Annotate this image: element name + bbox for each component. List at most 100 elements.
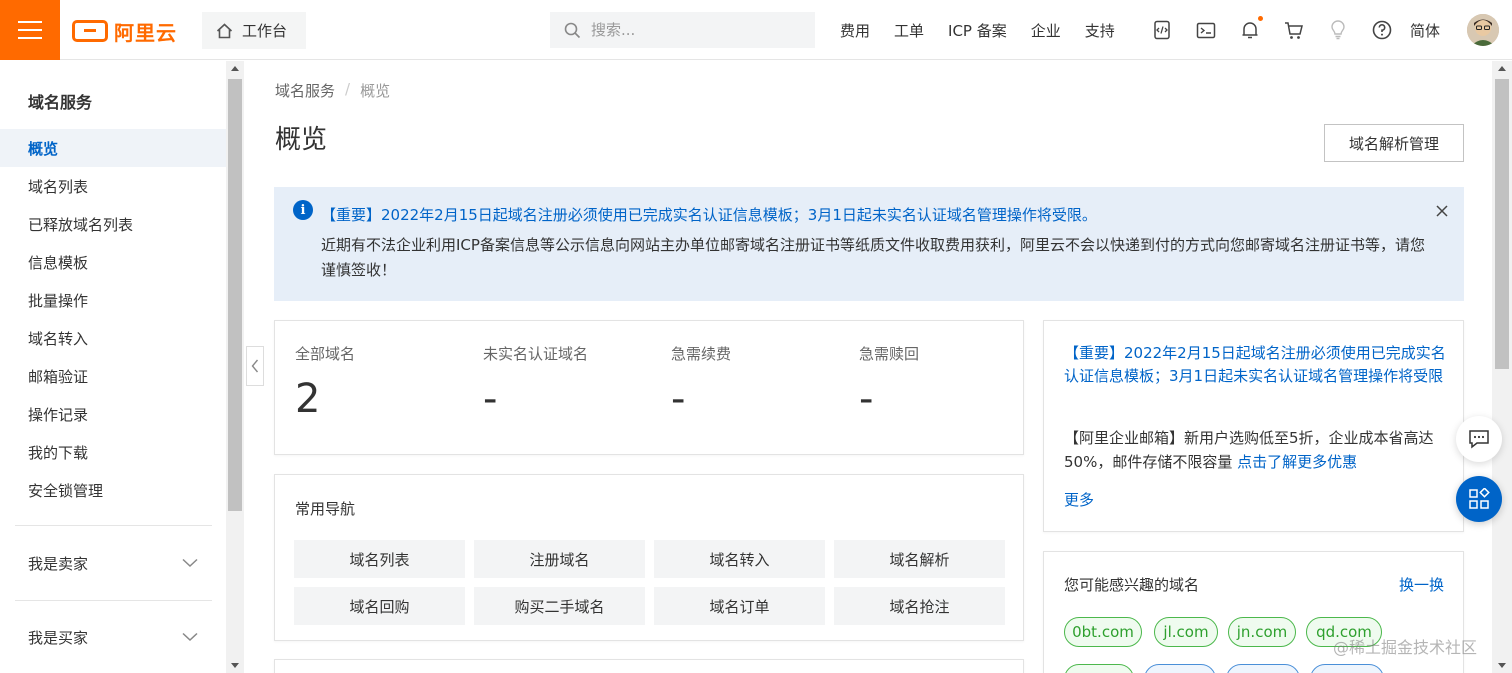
- more-link[interactable]: 更多: [1064, 489, 1094, 510]
- sidebar-item-info-templates[interactable]: 信息模板: [0, 243, 226, 281]
- sidebar-scrollbar[interactable]: [226, 61, 244, 673]
- quick-nav-domain-orders[interactable]: 域名订单: [654, 587, 825, 625]
- dns-management-button[interactable]: 域名解析管理: [1324, 124, 1464, 162]
- sidebar-group-label: 我是买家: [28, 628, 89, 647]
- sidebar-item-security-lock[interactable]: 安全锁管理: [0, 471, 226, 509]
- quick-nav-title: 常用导航: [295, 500, 356, 518]
- quick-nav-domain-snapping[interactable]: 域名抢注: [834, 587, 1005, 625]
- lightbulb-icon[interactable]: [1328, 20, 1348, 40]
- stat-value: 2: [295, 376, 321, 422]
- stat-label: 全部域名: [295, 345, 356, 363]
- domain-tag-partial[interactable]: [1310, 664, 1384, 673]
- quick-nav-domain-list[interactable]: 域名列表: [294, 540, 465, 578]
- chat-icon: [1469, 430, 1489, 449]
- quick-nav-card: 常用导航 域名列表 注册域名 域名转入 域名解析 域名回购 购买二手域名 域名订…: [274, 474, 1024, 641]
- scroll-down-arrow[interactable]: [231, 663, 239, 668]
- domain-tag-partial[interactable]: [1226, 664, 1300, 673]
- stat-value: -: [671, 376, 686, 422]
- sidebar-item-email-verification[interactable]: 邮箱验证: [0, 357, 226, 395]
- quick-nav-domain-dns[interactable]: 域名解析: [834, 540, 1005, 578]
- info-icon: i: [293, 200, 313, 220]
- stat-all-domains[interactable]: 全部域名 2: [295, 343, 355, 422]
- scroll-down-arrow[interactable]: [1498, 663, 1506, 668]
- scroll-thumb[interactable]: [1495, 79, 1509, 369]
- announcement-card: 【重要】2022年2月15日起域名注册必须使用已完成实名认证信息模板；3月1日起…: [1043, 320, 1464, 532]
- domain-tag-partial[interactable]: [1144, 664, 1216, 673]
- important-notice: i 【重要】2022年2月15日起域名注册必须使用已完成实名认证信息模板；3月1…: [274, 187, 1464, 301]
- sidebar-divider: [15, 525, 212, 526]
- search-input[interactable]: [591, 21, 791, 39]
- sidebar-item-overview[interactable]: 概览: [0, 129, 226, 167]
- stat-label: 急需赎回: [859, 345, 920, 363]
- apps-float-button[interactable]: [1456, 476, 1502, 522]
- terminal-icon[interactable]: [1196, 20, 1216, 40]
- close-icon[interactable]: [1434, 203, 1450, 219]
- quick-nav-register-domain[interactable]: 注册域名: [474, 540, 645, 578]
- workbench-label: 工作台: [242, 22, 288, 40]
- quick-nav-buy-secondhand[interactable]: 购买二手域名: [474, 587, 645, 625]
- enterprise-mail-ad: 【阿里企业邮箱】新用户选购低至5折，企业成本省高达50%，邮件存储不限容量 点击…: [1064, 426, 1449, 474]
- top-navigation-bar: 阿里云 工作台 费用 工单 ICP 备案 企业 支持: [0, 0, 1512, 60]
- workbench-button[interactable]: 工作台: [202, 12, 306, 49]
- link-support[interactable]: 支持: [1085, 20, 1115, 41]
- search-icon: [564, 22, 581, 38]
- domain-tag[interactable]: jn.com: [1228, 617, 1296, 647]
- stat-urgent-redemption[interactable]: 急需赎回 -: [859, 343, 919, 422]
- menu-icon[interactable]: [0, 0, 60, 60]
- aliyun-logo-mark: [72, 20, 108, 42]
- stat-unverified-domains[interactable]: 未实名认证域名 -: [483, 343, 588, 422]
- link-tickets[interactable]: 工单: [894, 20, 924, 41]
- scroll-up-arrow[interactable]: [1498, 66, 1506, 71]
- domain-tag-partial[interactable]: [1064, 664, 1134, 673]
- search-box[interactable]: [550, 12, 815, 48]
- avatar[interactable]: [1467, 14, 1499, 46]
- scroll-up-arrow[interactable]: [231, 66, 239, 71]
- quick-nav-domain-buyback[interactable]: 域名回购: [294, 587, 465, 625]
- domain-tag[interactable]: 0bt.com: [1064, 617, 1142, 647]
- domain-tag[interactable]: jl.com: [1154, 617, 1218, 647]
- stat-label: 急需续费: [671, 345, 732, 363]
- sidebar-item-my-downloads[interactable]: 我的下载: [0, 433, 226, 471]
- notice-title[interactable]: 【重要】2022年2月15日起域名注册必须使用已完成实名认证信息模板；3月1日起…: [321, 204, 1097, 225]
- bell-icon[interactable]: [1240, 16, 1263, 40]
- top-links: 费用 工单 ICP 备案 企业 支持: [840, 0, 1139, 60]
- sidebar-item-domain-list[interactable]: 域名列表: [0, 167, 226, 205]
- aliyun-logo[interactable]: 阿里云: [72, 18, 177, 45]
- help-icon[interactable]: [1372, 20, 1392, 40]
- link-icp[interactable]: ICP 备案: [948, 20, 1007, 41]
- page-scrollbar[interactable]: [1492, 61, 1512, 673]
- breadcrumb-separator: /: [345, 80, 351, 98]
- sidebar-item-operation-log[interactable]: 操作记录: [0, 395, 226, 433]
- page-title: 概览: [275, 125, 328, 155]
- sidebar-item-domain-transfer[interactable]: 域名转入: [0, 319, 226, 357]
- notice-body: 近期有不法企业利用ICP备案信息等公示信息向网站主办单位邮寄域名注册证书等纸质文…: [321, 236, 1425, 279]
- breadcrumb-domain-service[interactable]: 域名服务: [275, 80, 335, 101]
- logo-text: 阿里云: [114, 20, 177, 45]
- quick-nav-domain-transfer[interactable]: 域名转入: [654, 540, 825, 578]
- sidebar-group-seller[interactable]: 我是卖家: [0, 543, 226, 583]
- link-enterprise[interactable]: 企业: [1031, 20, 1061, 41]
- sidebar-item-batch-operations[interactable]: 批量操作: [0, 281, 226, 319]
- link-fees[interactable]: 费用: [840, 20, 870, 41]
- next-card: [274, 659, 1024, 673]
- toolbar-icons: [1152, 0, 1392, 60]
- chevron-down-icon: [182, 632, 198, 642]
- sidebar-group-buyer[interactable]: 我是买家: [0, 617, 226, 657]
- code-icon[interactable]: [1152, 20, 1172, 40]
- language-switch[interactable]: 简体: [1410, 20, 1440, 41]
- refresh-button[interactable]: 换一换: [1399, 574, 1444, 595]
- chat-float-button[interactable]: [1456, 416, 1502, 462]
- apps-grid-icon: [1469, 488, 1490, 509]
- cart-icon[interactable]: [1284, 20, 1304, 40]
- ad-link[interactable]: 点击了解更多优惠: [1237, 453, 1357, 471]
- sidebar-item-released-domains[interactable]: 已释放域名列表: [0, 205, 226, 243]
- announcement-title[interactable]: 【重要】2022年2月15日起域名注册必须使用已完成实名认证信息模板；3月1日起…: [1064, 342, 1449, 388]
- main-content: 域名服务 / 概览 概览 域名解析管理 i 【重要】2022年2月15日起域名注…: [248, 61, 1492, 673]
- suggested-domains-title: 您可能感兴趣的域名: [1064, 576, 1200, 594]
- sidebar-group-label: 我是卖家: [28, 554, 89, 573]
- breadcrumb: 域名服务 / 概览: [275, 80, 390, 101]
- stat-value: -: [483, 376, 498, 422]
- stat-urgent-renewal[interactable]: 急需续费 -: [671, 343, 731, 422]
- scroll-thumb[interactable]: [228, 79, 242, 511]
- sidebar-divider: [15, 600, 212, 601]
